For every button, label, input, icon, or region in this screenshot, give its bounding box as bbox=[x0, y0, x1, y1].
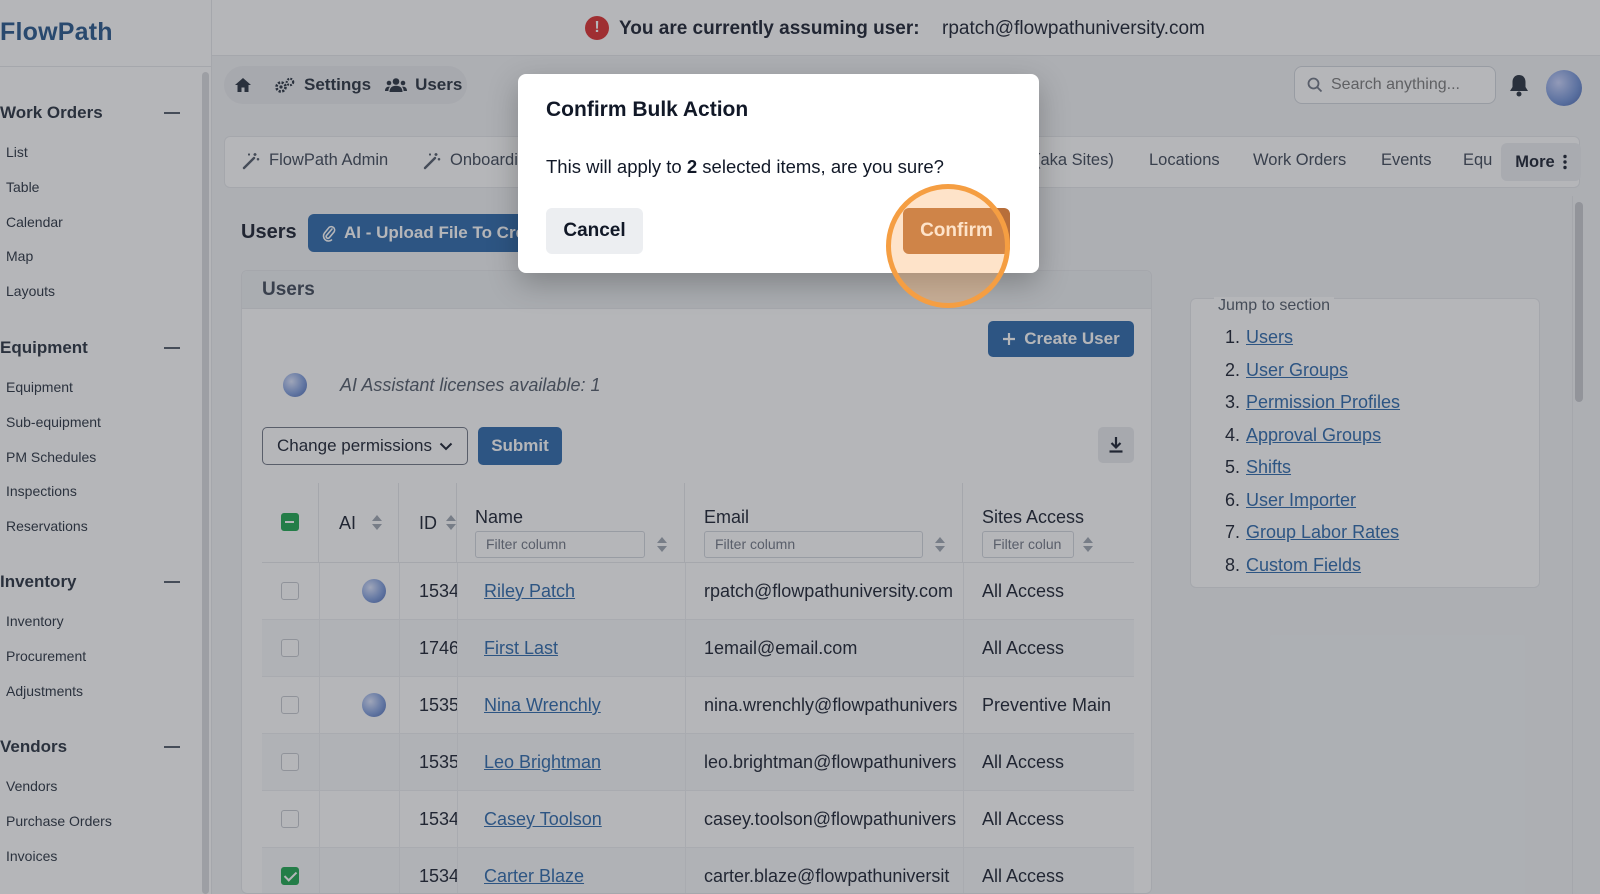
dialog-message-end: selected items, are you sure? bbox=[702, 156, 944, 177]
dialog-message: This will apply to 2 selected items, are… bbox=[546, 156, 944, 178]
confirm-bulk-action-dialog: Confirm Bulk Action This will apply to 2… bbox=[518, 74, 1039, 273]
confirm-button[interactable]: Confirm bbox=[903, 208, 1010, 254]
dialog-title: Confirm Bulk Action bbox=[546, 98, 749, 121]
selected-count: 2 bbox=[686, 156, 698, 177]
dialog-message-start: This will apply to bbox=[546, 156, 682, 177]
cancel-button[interactable]: Cancel bbox=[546, 208, 643, 254]
